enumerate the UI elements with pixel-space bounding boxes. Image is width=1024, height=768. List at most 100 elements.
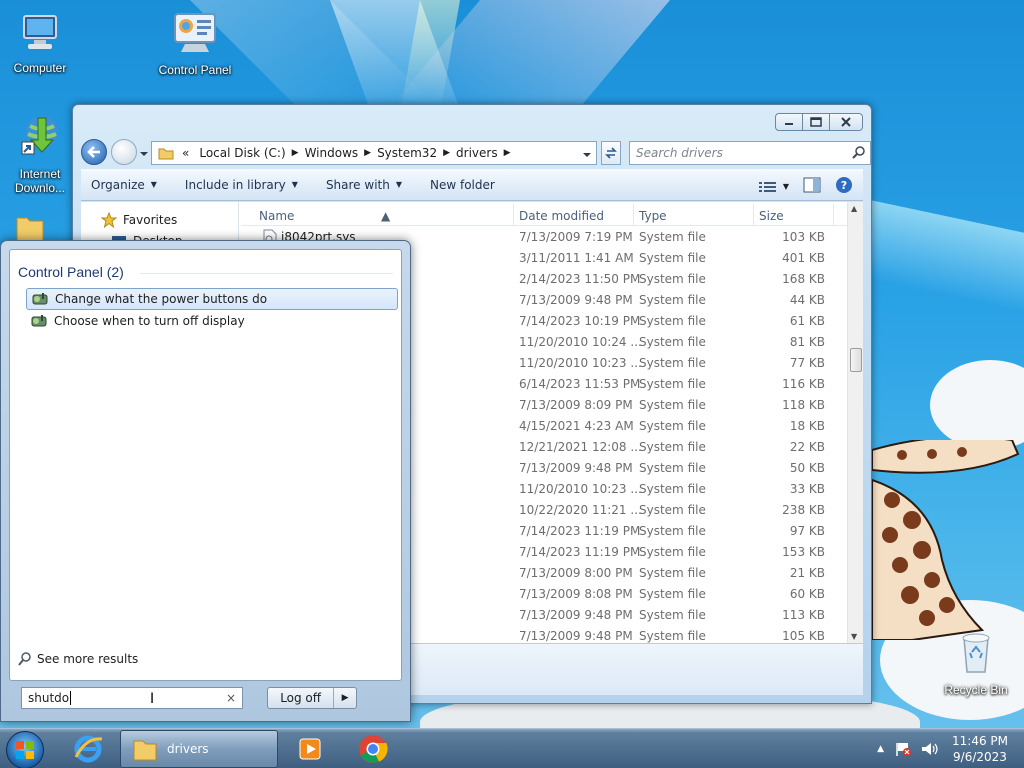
search-input[interactable]: Search drivers xyxy=(629,141,871,165)
preview-pane-button[interactable] xyxy=(803,177,821,196)
chevron-down-icon: ▼ xyxy=(150,180,157,189)
power-options-icon xyxy=(31,315,47,327)
file-size: 50 KB xyxy=(789,461,825,475)
file-date-modified: 4/15/2021 4:23 AM xyxy=(519,419,634,433)
desktop-icon-recycle-bin[interactable]: Recycle Bin xyxy=(936,630,1016,697)
result-change-power-buttons[interactable]: Change what the power buttons do xyxy=(26,288,398,310)
start-button[interactable] xyxy=(6,731,44,768)
search-results-pane: Control Panel (2) Change what the power … xyxy=(9,249,402,681)
breadcrumb-separator-icon[interactable]: ▶ xyxy=(504,148,511,158)
file-type: System file xyxy=(639,503,706,517)
desktop-icon-label: Computer xyxy=(13,61,67,75)
organize-menu[interactable]: Organize ▼ xyxy=(81,178,167,192)
log-off-button-group: Log off ▶ xyxy=(267,687,357,709)
file-size: 97 KB xyxy=(789,524,825,538)
breadcrumb-separator-icon[interactable]: ▶ xyxy=(364,148,371,158)
nav-item-favorites[interactable]: Favorites xyxy=(101,212,177,228)
folder-icon xyxy=(158,148,174,160)
close-icon xyxy=(841,117,851,127)
column-header-date-modified[interactable]: Date modified xyxy=(519,209,604,223)
shutdown-options-arrow-icon[interactable]: ▶ xyxy=(334,693,356,703)
log-off-button[interactable]: Log off xyxy=(268,688,335,708)
desktop-icon-label: Internet Downlo... xyxy=(14,167,66,195)
breadcrumb-item[interactable]: System32 xyxy=(377,146,437,160)
recent-pages-dropdown[interactable] xyxy=(139,147,149,157)
column-header-size[interactable]: Size xyxy=(759,209,784,223)
column-header-type[interactable]: Type xyxy=(639,209,667,223)
command-bar: Organize ▼ Include in library ▼ Share with… xyxy=(81,169,863,201)
results-group-header[interactable]: Control Panel (2) xyxy=(18,264,124,280)
file-type: System file xyxy=(639,230,706,244)
file-type: System file xyxy=(639,335,706,349)
file-size: 21 KB xyxy=(789,566,825,580)
breadcrumb-item[interactable]: Windows xyxy=(305,146,359,160)
file-size: 118 KB xyxy=(782,398,825,412)
text-cursor-icon: I xyxy=(150,691,155,707)
scroll-down-arrow-icon[interactable]: ▼ xyxy=(851,632,857,641)
file-size: 103 KB xyxy=(782,230,825,244)
address-bar[interactable]: « Local Disk (C:) ▶ Windows ▶ System32 ▶… xyxy=(151,141,597,165)
giraffe-wallpaper-art xyxy=(872,440,1020,640)
minimize-icon xyxy=(785,123,793,125)
system-clock[interactable]: 11:46 PM 9/6/2023 xyxy=(952,733,1008,765)
result-turn-off-display[interactable]: Choose when to turn off display xyxy=(26,310,398,332)
file-date-modified: 11/20/2010 10:23 ... xyxy=(519,482,642,496)
breadcrumb-item[interactable]: drivers xyxy=(456,146,498,160)
breadcrumb-separator-icon[interactable]: ▶ xyxy=(443,148,450,158)
chevron-down-icon: ▼ xyxy=(395,180,402,189)
file-type: System file xyxy=(639,293,706,307)
file-size: 60 KB xyxy=(789,587,825,601)
clear-search-icon[interactable]: × xyxy=(226,691,236,705)
file-size: 44 KB xyxy=(789,293,825,307)
scroll-up-arrow-icon[interactable]: ▲ xyxy=(851,204,857,213)
breadcrumb-separator-icon[interactable]: ▶ xyxy=(292,148,299,158)
action-center-flag-icon[interactable] xyxy=(894,741,912,757)
change-view-button[interactable]: ▼ xyxy=(758,181,789,193)
taskbar-chrome[interactable] xyxy=(346,730,400,768)
taskbar-media-player[interactable] xyxy=(284,730,336,768)
refresh-button[interactable] xyxy=(601,141,621,165)
scrollbar-thumb[interactable] xyxy=(850,348,862,372)
file-date-modified: 7/13/2009 9:48 PM xyxy=(519,629,633,643)
new-folder-button[interactable]: New folder xyxy=(420,178,505,192)
file-type: System file xyxy=(639,482,706,496)
minimize-button[interactable] xyxy=(775,113,803,131)
column-header-name[interactable]: Name xyxy=(259,209,294,223)
chrome-icon xyxy=(359,735,388,763)
help-button[interactable]: ? xyxy=(835,176,853,197)
file-date-modified: 7/13/2009 9:48 PM xyxy=(519,293,633,307)
desktop-icon-control-panel[interactable]: Control Panel xyxy=(155,12,235,77)
close-button[interactable] xyxy=(829,113,863,131)
breadcrumb-item[interactable]: Local Disk (C:) xyxy=(199,146,285,160)
start-menu: Control Panel (2) Change what the power … xyxy=(0,240,411,722)
file-size: 33 KB xyxy=(789,482,825,496)
include-in-library-menu[interactable]: Include in library ▼ xyxy=(175,178,308,192)
desktop-icon-internet-download-manager[interactable]: Internet Downlo... xyxy=(0,112,80,195)
forward-button[interactable] xyxy=(111,139,137,165)
vertical-scrollbar[interactable]: ▲ ▼ xyxy=(847,202,863,643)
desktop-icon-label: Control Panel xyxy=(158,63,232,77)
star-icon xyxy=(101,212,117,228)
address-row: « Local Disk (C:) ▶ Windows ▶ System32 ▶… xyxy=(81,137,871,165)
maximize-button[interactable] xyxy=(802,113,830,131)
search-icon[interactable] xyxy=(852,145,866,162)
breadcrumb-overflow[interactable]: « xyxy=(182,146,189,160)
file-type: System file xyxy=(639,314,706,328)
file-type: System file xyxy=(639,356,706,370)
taskbar-internet-explorer[interactable] xyxy=(60,730,116,768)
start-search-input[interactable]: shutdo I × xyxy=(21,687,243,709)
volume-icon[interactable] xyxy=(920,741,938,757)
file-type: System file xyxy=(639,629,706,643)
desktop-icon-computer[interactable]: Computer xyxy=(0,12,80,75)
clock-date: 9/6/2023 xyxy=(953,750,1007,764)
back-button[interactable] xyxy=(81,139,107,165)
file-size: 81 KB xyxy=(789,335,825,349)
file-date-modified: 11/20/2010 10:23 ... xyxy=(519,356,642,370)
file-type: System file xyxy=(639,419,706,433)
share-with-menu[interactable]: Share with ▼ xyxy=(316,178,412,192)
address-history-dropdown[interactable] xyxy=(582,148,592,162)
refresh-icon xyxy=(605,147,617,159)
taskbar-explorer-drivers[interactable]: drivers xyxy=(120,730,278,768)
show-hidden-icons-icon[interactable]: ▲ xyxy=(877,744,884,754)
see-more-results-link[interactable]: See more results xyxy=(17,651,138,667)
